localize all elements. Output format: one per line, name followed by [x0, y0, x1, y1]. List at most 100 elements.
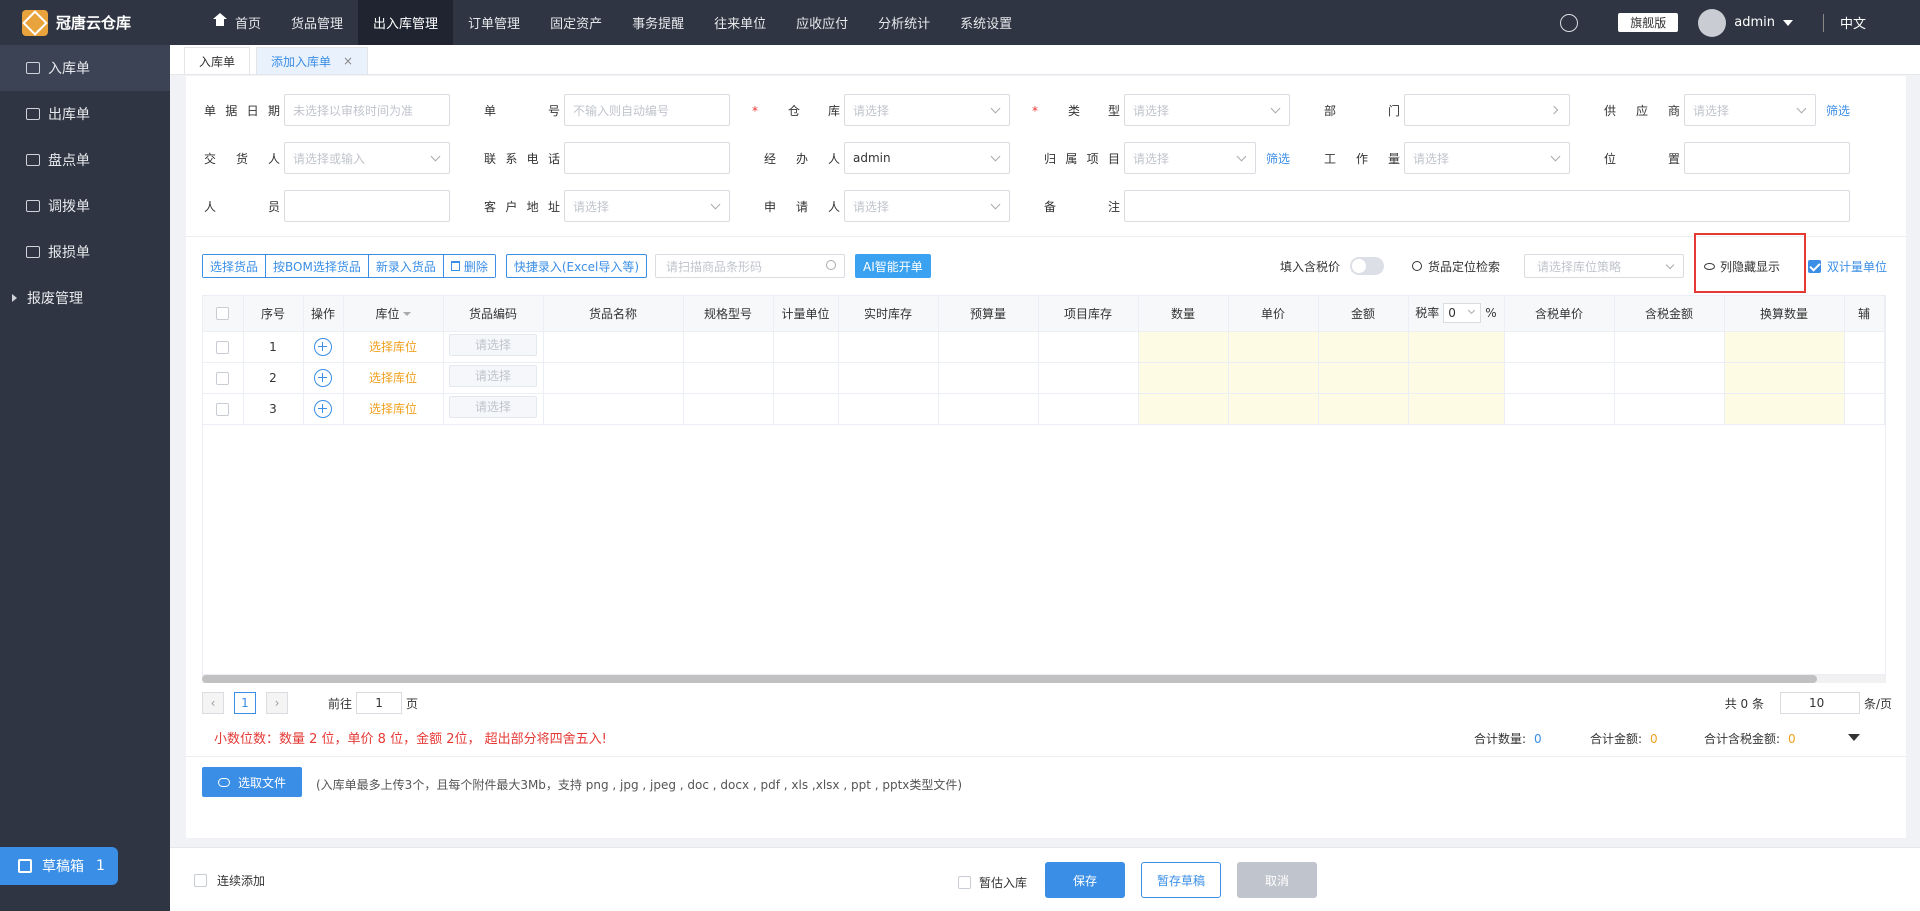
row-spec[interactable] — [683, 362, 774, 394]
bom-select-button[interactable]: 按BOM选择货品 — [266, 255, 369, 277]
row-name[interactable] — [543, 331, 684, 363]
location-strategy-select[interactable]: 请选择库位策略 — [1524, 254, 1684, 278]
row-tax-amount[interactable] — [1614, 393, 1725, 425]
row-tax-price[interactable] — [1504, 331, 1615, 363]
app-logo[interactable]: 冠唐云仓库 — [0, 0, 170, 45]
checkbox-checked-icon[interactable] — [1808, 259, 1821, 273]
type-select[interactable]: 请选择 — [1124, 94, 1290, 126]
page-size-select[interactable]: 10 — [1779, 692, 1860, 714]
close-icon[interactable]: × — [343, 54, 353, 68]
number-input[interactable]: 不输入则自动编号 — [564, 94, 730, 126]
nav-analytics[interactable]: 分析统计 — [863, 0, 945, 45]
language-switch[interactable]: 中文 — [1840, 13, 1866, 32]
row-amount[interactable] — [1318, 362, 1409, 394]
row-price[interactable] — [1228, 393, 1319, 425]
supplier-filter-link[interactable]: 筛选 — [1826, 102, 1850, 119]
add-row-icon[interactable] — [314, 399, 332, 418]
sidebar-item-damage[interactable]: 报损单 — [0, 229, 170, 275]
row-aux[interactable] — [1844, 393, 1885, 425]
add-row-icon[interactable] — [314, 368, 332, 387]
nav-inout[interactable]: 出入库管理 — [358, 0, 454, 45]
workload-select[interactable]: 请选择 — [1404, 142, 1570, 174]
row-convert-qty[interactable] — [1724, 331, 1845, 363]
row-convert-qty[interactable] — [1724, 393, 1845, 425]
row-qty[interactable] — [1138, 362, 1229, 394]
row-price[interactable] — [1228, 331, 1319, 363]
barcode-scan-input[interactable]: 请扫描商品条形码 — [655, 254, 846, 278]
upload-file-button[interactable]: 选取文件 — [202, 767, 302, 797]
next-page-button[interactable]: › — [266, 692, 288, 714]
code-select[interactable]: 请选择 — [449, 334, 537, 356]
code-select[interactable]: 请选择 — [449, 365, 537, 387]
checkbox-icon[interactable] — [194, 874, 207, 887]
column-visibility-button[interactable]: 列隐藏显示 — [1704, 252, 1780, 280]
save-draft-button[interactable]: 暂存草稿 — [1141, 862, 1221, 898]
warehouse-select[interactable]: 请选择 — [844, 94, 1010, 126]
add-row-icon[interactable] — [314, 337, 332, 356]
nav-orders[interactable]: 订单管理 — [453, 0, 535, 45]
cancel-button[interactable]: 取消 — [1237, 862, 1317, 898]
nav-partners[interactable]: 往来单位 — [699, 0, 781, 45]
sidebar-item-transfer[interactable]: 调拨单 — [0, 183, 170, 229]
quick-entry-button[interactable]: 快捷录入(Excel导入等) — [505, 254, 648, 278]
row-tax-amount[interactable] — [1614, 362, 1725, 394]
select-location-link[interactable]: 选择库位 — [369, 371, 417, 385]
goto-page-input[interactable]: 1 — [356, 692, 403, 714]
remark-input[interactable] — [1124, 190, 1850, 222]
caret-down-icon[interactable] — [1848, 734, 1860, 741]
row-convert-qty[interactable] — [1724, 362, 1845, 394]
username[interactable]: admin — [1734, 15, 1775, 30]
row-price[interactable] — [1228, 362, 1319, 394]
select-goods-button[interactable]: 选择货品 — [203, 255, 267, 277]
nav-reminders[interactable]: 事务提醒 — [617, 0, 699, 45]
prev-page-button[interactable]: ‹ — [202, 692, 224, 714]
row-budget[interactable] — [938, 362, 1039, 394]
dual-unit-checkbox[interactable]: 双计量单位 — [1808, 252, 1887, 280]
row-tax[interactable] — [1408, 362, 1505, 394]
date-input[interactable]: 未选择以审核时间为准 — [284, 94, 450, 126]
checkbox-icon[interactable] — [216, 402, 230, 416]
locate-search[interactable]: 货品定位检索 — [1412, 252, 1500, 280]
row-spec[interactable] — [683, 331, 774, 363]
nav-assets[interactable]: 固定资产 — [535, 0, 617, 45]
tax-price-toggle[interactable] — [1350, 257, 1385, 275]
row-tax-price[interactable] — [1504, 393, 1615, 425]
row-amount[interactable] — [1318, 331, 1409, 363]
avatar[interactable] — [1698, 8, 1727, 37]
draft-box-button[interactable]: 草稿箱 1 — [0, 847, 118, 885]
handler-select[interactable]: admin — [844, 142, 1010, 174]
nav-settings[interactable]: 系统设置 — [945, 0, 1027, 45]
nav-goods[interactable]: 货品管理 — [276, 0, 358, 45]
page-number[interactable]: 1 — [234, 692, 256, 714]
caret-down-icon[interactable] — [1782, 19, 1793, 26]
header-location[interactable]: 库位 — [343, 296, 444, 332]
row-unit[interactable] — [773, 393, 839, 425]
row-qty[interactable] — [1138, 331, 1229, 363]
sidebar-item-outbound[interactable]: 出库单 — [0, 91, 170, 137]
checkbox-icon[interactable] — [216, 340, 230, 354]
ai-order-button[interactable]: AI智能开单 — [855, 254, 931, 278]
sidebar-item-inbound[interactable]: 入库单 — [0, 45, 170, 91]
github-icon[interactable] — [1560, 13, 1579, 32]
row-budget[interactable] — [938, 393, 1039, 425]
row-aux[interactable] — [1844, 331, 1885, 363]
estimate-inbound-checkbox[interactable]: 暂估入库 — [958, 874, 1027, 891]
phone-input[interactable] — [564, 142, 730, 174]
checkbox-icon[interactable] — [216, 307, 230, 321]
row-budget[interactable] — [938, 331, 1039, 363]
row-checkbox-cell[interactable] — [203, 393, 244, 425]
sidebar-item-stocktake[interactable]: 盘点单 — [0, 137, 170, 183]
personnel-input[interactable] — [284, 190, 450, 222]
project-filter-link[interactable]: 筛选 — [1266, 150, 1290, 167]
tax-rate-select[interactable]: 0 — [1443, 303, 1482, 324]
checkbox-icon[interactable] — [958, 876, 971, 889]
row-name[interactable] — [543, 393, 684, 425]
row-tax-amount[interactable] — [1614, 331, 1725, 363]
continuous-add-checkbox[interactable]: 连续添加 — [194, 872, 265, 889]
position-input[interactable] — [1684, 142, 1850, 174]
delete-button[interactable]: 删除 — [443, 255, 495, 277]
nav-receivables[interactable]: 应收应付 — [781, 0, 863, 45]
row-tax[interactable] — [1408, 393, 1505, 425]
row-aux[interactable] — [1844, 362, 1885, 394]
row-tax-price[interactable] — [1504, 362, 1615, 394]
